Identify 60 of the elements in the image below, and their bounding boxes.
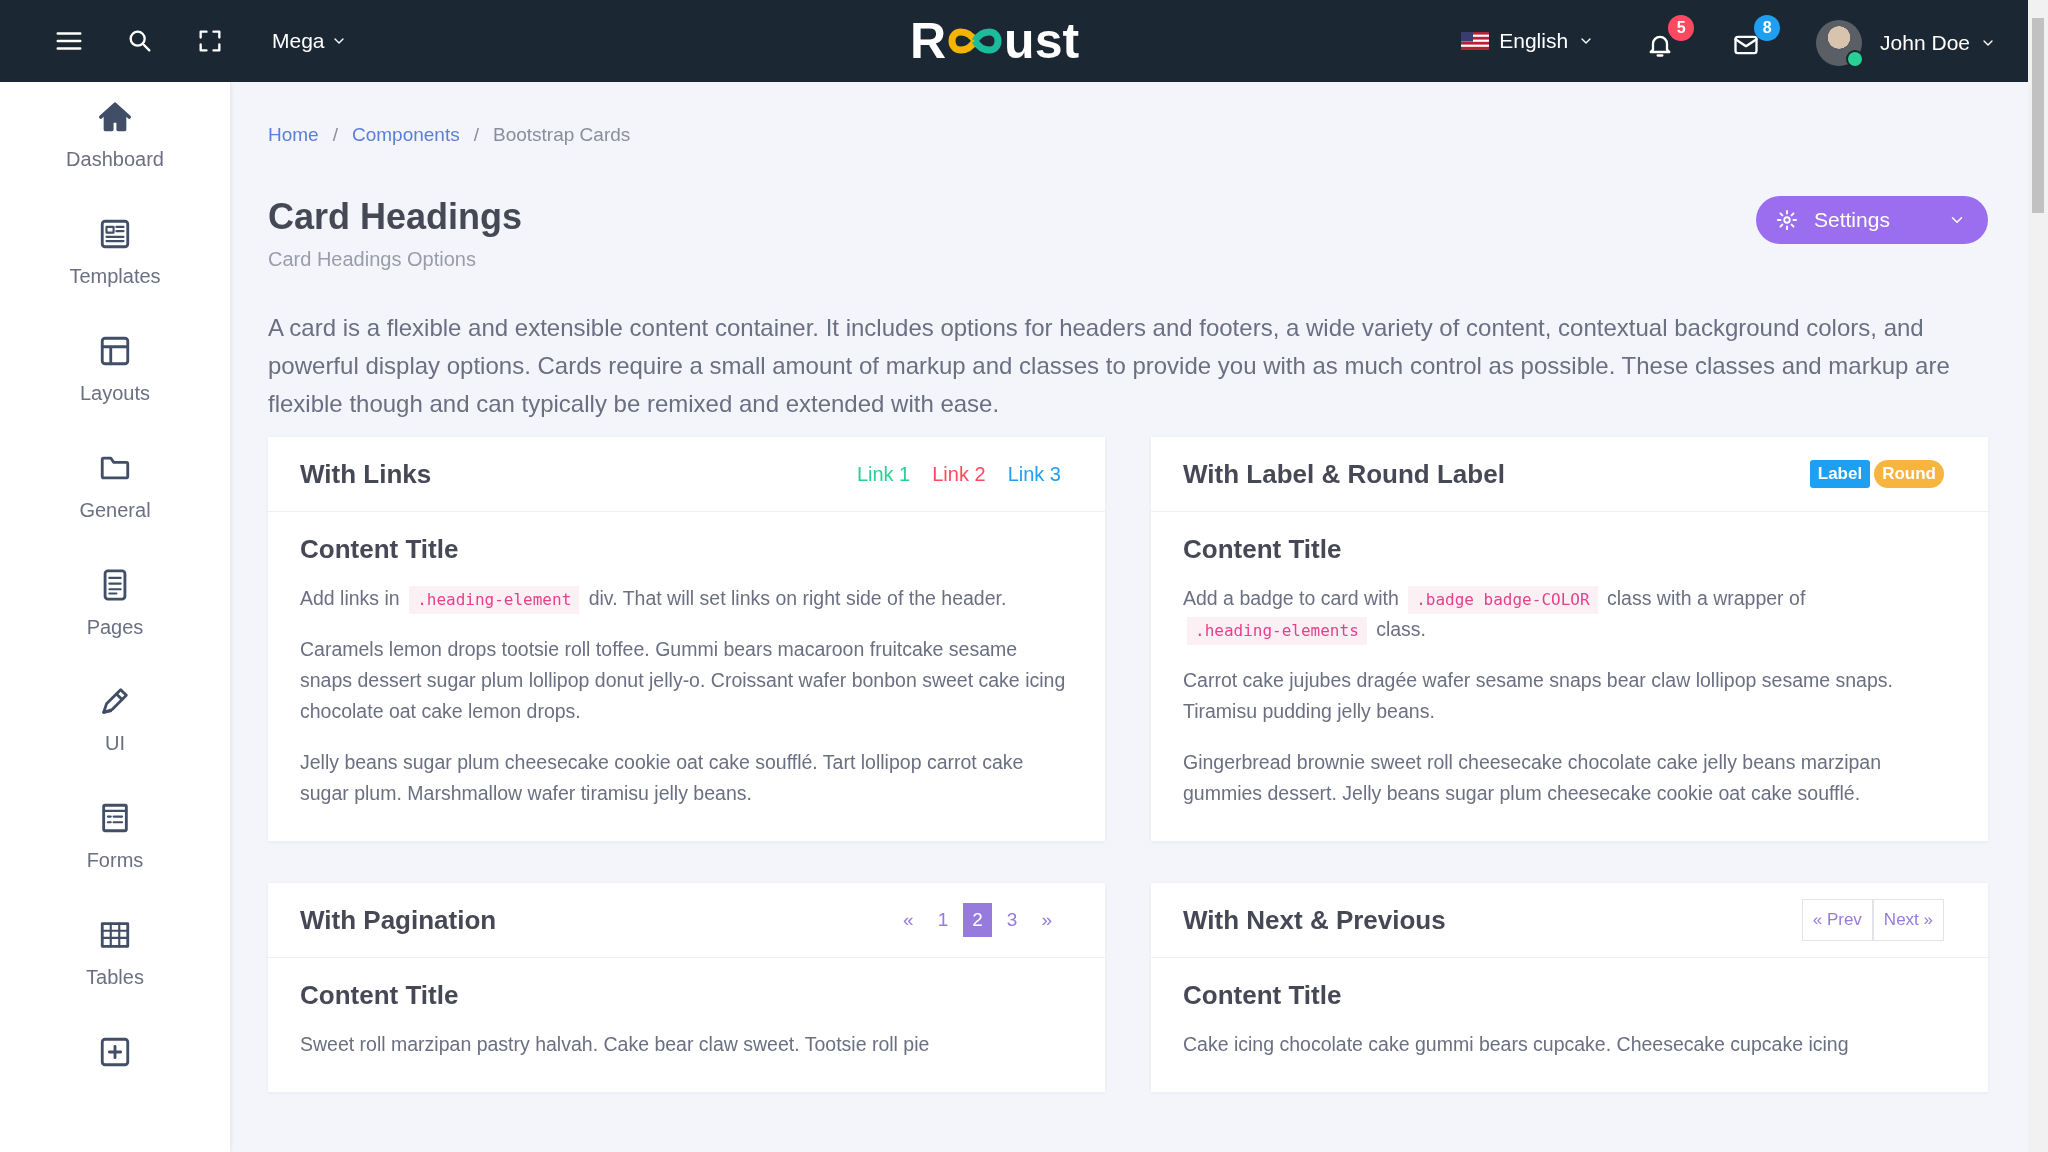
scrollbar-thumb[interactable]	[2032, 18, 2044, 213]
card-title: With Label & Round Label	[1183, 458, 1505, 490]
paragraph: Jelly beans sugar plum cheesecake cookie oat cake soufflé. Tart lollipop carrot cake sugar plum. Marshmallow wafer tiramisu jelly beans.	[300, 750, 1025, 806]
page-link[interactable]: 2	[963, 903, 992, 937]
card-title: With Next & Previous	[1183, 904, 1446, 936]
paragraph: Add a badge to card with .badge badge-COLOR class with a wrapper of .heading-elements class.	[1183, 583, 1956, 645]
sidebar-item[interactable]: Templates	[25, 216, 205, 334]
scrollbar[interactable]	[2028, 0, 2048, 1152]
breadcrumb-link[interactable]: Home	[268, 124, 319, 146]
intro-paragraph: A card is a flexible and extensible content container. It includes options for headers and footers, a wide variety of content, contextual background colors, and powerful display options. Cards require a small amount of markup and classes to provide you with as much control as possible. These classes and markup are flexible though and can typically be remixed and extended with ease.	[268, 313, 1951, 419]
paragraph: Caramels lemon drops tootsie roll toffee. Gummi bears macaroon fruitcake sesame snaps dessert sugar plum lollipop donut jelly-o. Croissant wafer bonbon sweet cake icing chocolate oat cake lemon drops.	[300, 637, 1067, 724]
pager-button[interactable]: « Prev	[1801, 899, 1873, 941]
page-link[interactable]: »	[1032, 903, 1061, 937]
paragraph: Sweet roll marzipan pastry halvah. Cake bear claw sweet. Tootsie roll pie	[300, 1032, 931, 1057]
page-link[interactable]: 1	[928, 903, 958, 937]
count-badge: 8	[1754, 15, 1781, 41]
badge: Round	[1874, 460, 1944, 488]
breadcrumb-link[interactable]: Components	[351, 124, 460, 146]
page-title: Card Headings	[268, 196, 523, 238]
sidebar-item[interactable]: Dashboard	[25, 100, 205, 217]
badge: Label	[1809, 460, 1871, 488]
notifications-button[interactable]: 5	[1630, 15, 1695, 67]
header-link[interactable]: Link 1	[856, 462, 911, 486]
content-title: Content Title	[1183, 534, 1343, 565]
sidebar-item[interactable]: UI	[25, 684, 205, 802]
page-link[interactable]: 3	[997, 903, 1027, 937]
user-menu[interactable]: John Doe	[1802, 8, 2010, 74]
paragraph: Cake icing chocolate cake gummi bears cupcake. Cheesecake cupcake icing	[1183, 1032, 1850, 1057]
content-title: Content Title	[300, 980, 460, 1011]
breadcrumb-current: Bootstrap Cards	[493, 124, 631, 146]
sidebar-item[interactable]: Forms	[25, 801, 205, 919]
count-badge: 5	[1668, 15, 1695, 41]
settings-button[interactable]: Settings	[1756, 196, 1988, 244]
card-title: With Pagination	[300, 904, 497, 936]
home-icon	[98, 100, 132, 134]
breadcrumb-separator: /	[473, 124, 479, 146]
content-title: Content Title	[1183, 980, 1343, 1011]
mega-menu-button[interactable]: Mega	[252, 21, 361, 61]
sidebar-item[interactable]: Layouts	[25, 333, 205, 451]
breadcrumb-separator: /	[332, 124, 338, 146]
language-dropdown[interactable]: English	[1447, 21, 1609, 61]
paragraph: Add links in .heading-element div. That will set links on right side of the header.	[300, 583, 1073, 614]
logo-text: ust	[1004, 12, 1080, 70]
page-subtitle: Card Headings Options	[268, 248, 477, 271]
header-link[interactable]: Link 3	[1007, 462, 1061, 486]
content-title: Content Title	[300, 534, 460, 565]
page-link[interactable]: «	[894, 903, 923, 937]
pager-button[interactable]: Next »	[1872, 899, 1944, 941]
sidebar-item[interactable]: Tables	[25, 918, 205, 1036]
paragraph: Carrot cake jujubes dragée wafer sesame snaps bear claw lollipop sesame snaps. Tiramisu pudding jelly beans.	[1183, 668, 1894, 724]
logo-text: R	[910, 12, 947, 70]
gear-icon	[1776, 209, 1798, 231]
header-link[interactable]: Link 2	[932, 462, 986, 486]
card-title: With Links	[300, 458, 432, 490]
online-status-dot	[1846, 50, 1865, 68]
flag-icon	[1461, 32, 1490, 50]
sidebar-item[interactable]: General	[25, 450, 205, 568]
sidebar-item[interactable]: Pages	[25, 567, 205, 685]
paragraph: Gingerbread brownie sweet roll cheesecake chocolate cake jelly beans marzipan gummies dessert. Jelly beans sugar plum cheesecake cookie oat cake soufflé.	[1183, 750, 1883, 806]
messages-button[interactable]: 8	[1716, 15, 1781, 67]
